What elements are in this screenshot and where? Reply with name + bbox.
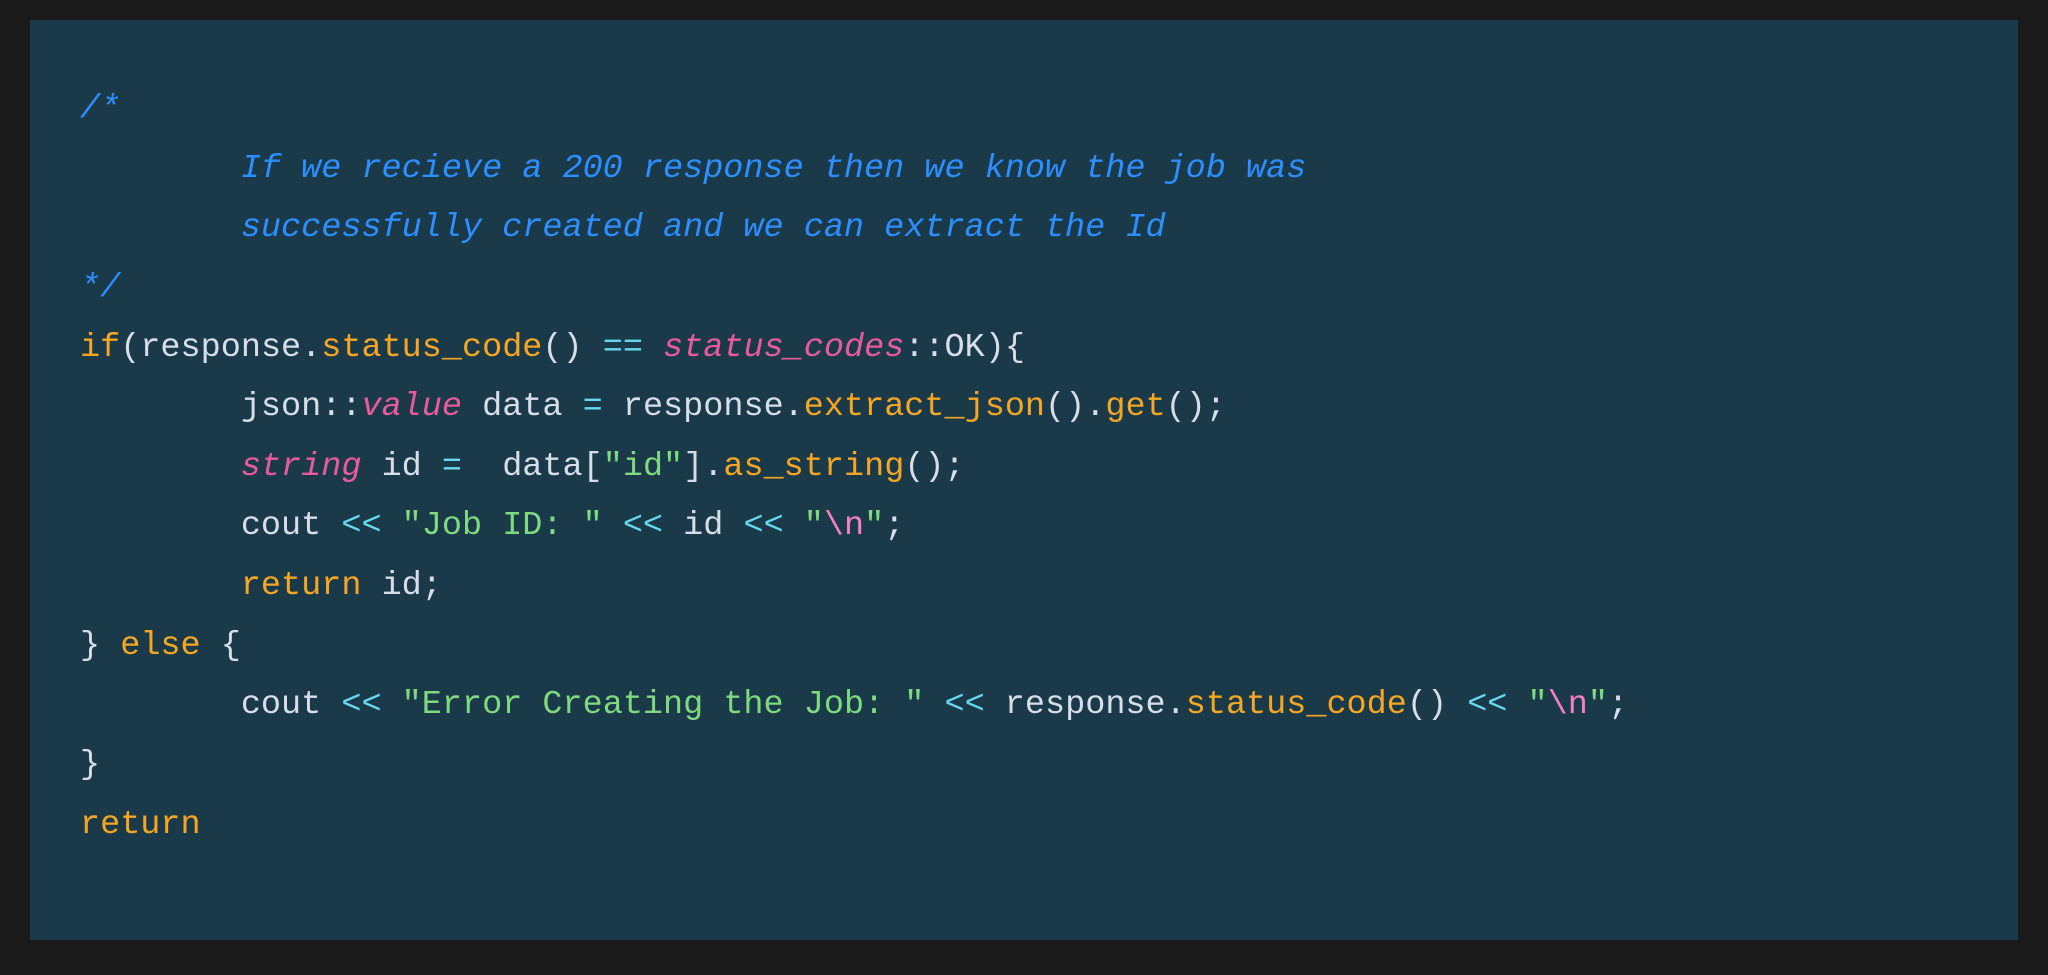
call-status-code: status_code bbox=[321, 329, 542, 367]
string-quote: " bbox=[1528, 686, 1548, 724]
const-ok: OK bbox=[945, 329, 985, 367]
space bbox=[462, 388, 482, 426]
kw-return: return bbox=[241, 567, 362, 605]
comment-open: /* bbox=[80, 90, 120, 128]
rbrace: } bbox=[80, 746, 100, 784]
indent bbox=[80, 567, 241, 605]
code-block: /* If we recieve a 200 response then we … bbox=[30, 20, 2018, 940]
rparen-brace: ){ bbox=[985, 329, 1025, 367]
comment-line-1: If we recieve a 200 response then we kno… bbox=[80, 150, 1306, 188]
space bbox=[643, 329, 663, 367]
ident-data: data bbox=[502, 448, 582, 486]
call-parens: () bbox=[1045, 388, 1085, 426]
semicolon: ; bbox=[1608, 686, 1628, 724]
op-lshift: << bbox=[603, 507, 683, 545]
op-lshift: << bbox=[321, 507, 401, 545]
op-lshift: << bbox=[321, 686, 401, 724]
ident-data: data bbox=[482, 388, 562, 426]
ident-cout: cout bbox=[241, 507, 321, 545]
rbrace: } bbox=[80, 627, 100, 665]
ident-response: response bbox=[1005, 686, 1166, 724]
op-lshift: << bbox=[723, 507, 803, 545]
call-as-string: as_string bbox=[723, 448, 904, 486]
call-parens: () bbox=[542, 329, 582, 367]
op-scope: :: bbox=[904, 329, 944, 367]
lbracket: [ bbox=[583, 448, 603, 486]
string-quote: " bbox=[804, 507, 824, 545]
ident-id: id bbox=[683, 507, 723, 545]
indent bbox=[80, 507, 241, 545]
indent bbox=[80, 686, 241, 724]
string-quote: " bbox=[402, 507, 422, 545]
op-assign: = bbox=[563, 388, 623, 426]
ident-cout: cout bbox=[241, 686, 321, 724]
dot: . bbox=[301, 329, 321, 367]
ident-response: response bbox=[140, 329, 301, 367]
comment-line-2: successfully created and we can extract … bbox=[80, 209, 1166, 247]
space bbox=[583, 329, 603, 367]
op-lshift: << bbox=[924, 686, 1004, 724]
op-assign: = bbox=[422, 448, 502, 486]
string-quote: " bbox=[1588, 686, 1608, 724]
call-status-code: status_code bbox=[1186, 686, 1407, 724]
string-quote: " bbox=[402, 686, 422, 724]
call-parens: () bbox=[1166, 388, 1206, 426]
string-job-id: Job ID: bbox=[422, 507, 583, 545]
call-get: get bbox=[1105, 388, 1165, 426]
escape-newline: \n bbox=[1548, 686, 1588, 724]
indent bbox=[80, 388, 241, 426]
space bbox=[100, 627, 120, 665]
kw-return: return bbox=[80, 806, 201, 844]
string-id: "id" bbox=[603, 448, 683, 486]
string-error: Error Creating the Job: bbox=[422, 686, 904, 724]
semicolon: ; bbox=[422, 567, 442, 605]
space bbox=[361, 567, 381, 605]
lbrace: { bbox=[221, 627, 241, 665]
dot: . bbox=[703, 448, 723, 486]
space bbox=[361, 448, 381, 486]
comment-close: */ bbox=[80, 269, 120, 307]
semicolon: ; bbox=[884, 507, 904, 545]
semicolon: ; bbox=[945, 448, 965, 486]
call-extract-json: extract_json bbox=[804, 388, 1045, 426]
indent bbox=[80, 448, 241, 486]
op-scope: :: bbox=[321, 388, 361, 426]
dot: . bbox=[1166, 686, 1186, 724]
lparen: ( bbox=[120, 329, 140, 367]
ident-response: response bbox=[623, 388, 784, 426]
call-parens: () bbox=[904, 448, 944, 486]
space bbox=[201, 627, 221, 665]
ident-id: id bbox=[382, 448, 422, 486]
kw-else: else bbox=[120, 627, 200, 665]
call-parens: () bbox=[1407, 686, 1447, 724]
type-status-codes: status_codes bbox=[663, 329, 904, 367]
rbracket: ] bbox=[683, 448, 703, 486]
ns-json: json bbox=[241, 388, 321, 426]
type-string: string bbox=[241, 448, 362, 486]
string-quote: " bbox=[583, 507, 603, 545]
semicolon: ; bbox=[1206, 388, 1226, 426]
ident-id: id bbox=[382, 567, 422, 605]
string-quote: " bbox=[904, 686, 924, 724]
op-eqeq: == bbox=[603, 329, 643, 367]
dot: . bbox=[784, 388, 804, 426]
kw-if: if bbox=[80, 329, 120, 367]
op-lshift: << bbox=[1447, 686, 1527, 724]
escape-newline: \n bbox=[824, 507, 864, 545]
string-quote: " bbox=[864, 507, 884, 545]
dot: . bbox=[1085, 388, 1105, 426]
type-value: value bbox=[361, 388, 462, 426]
